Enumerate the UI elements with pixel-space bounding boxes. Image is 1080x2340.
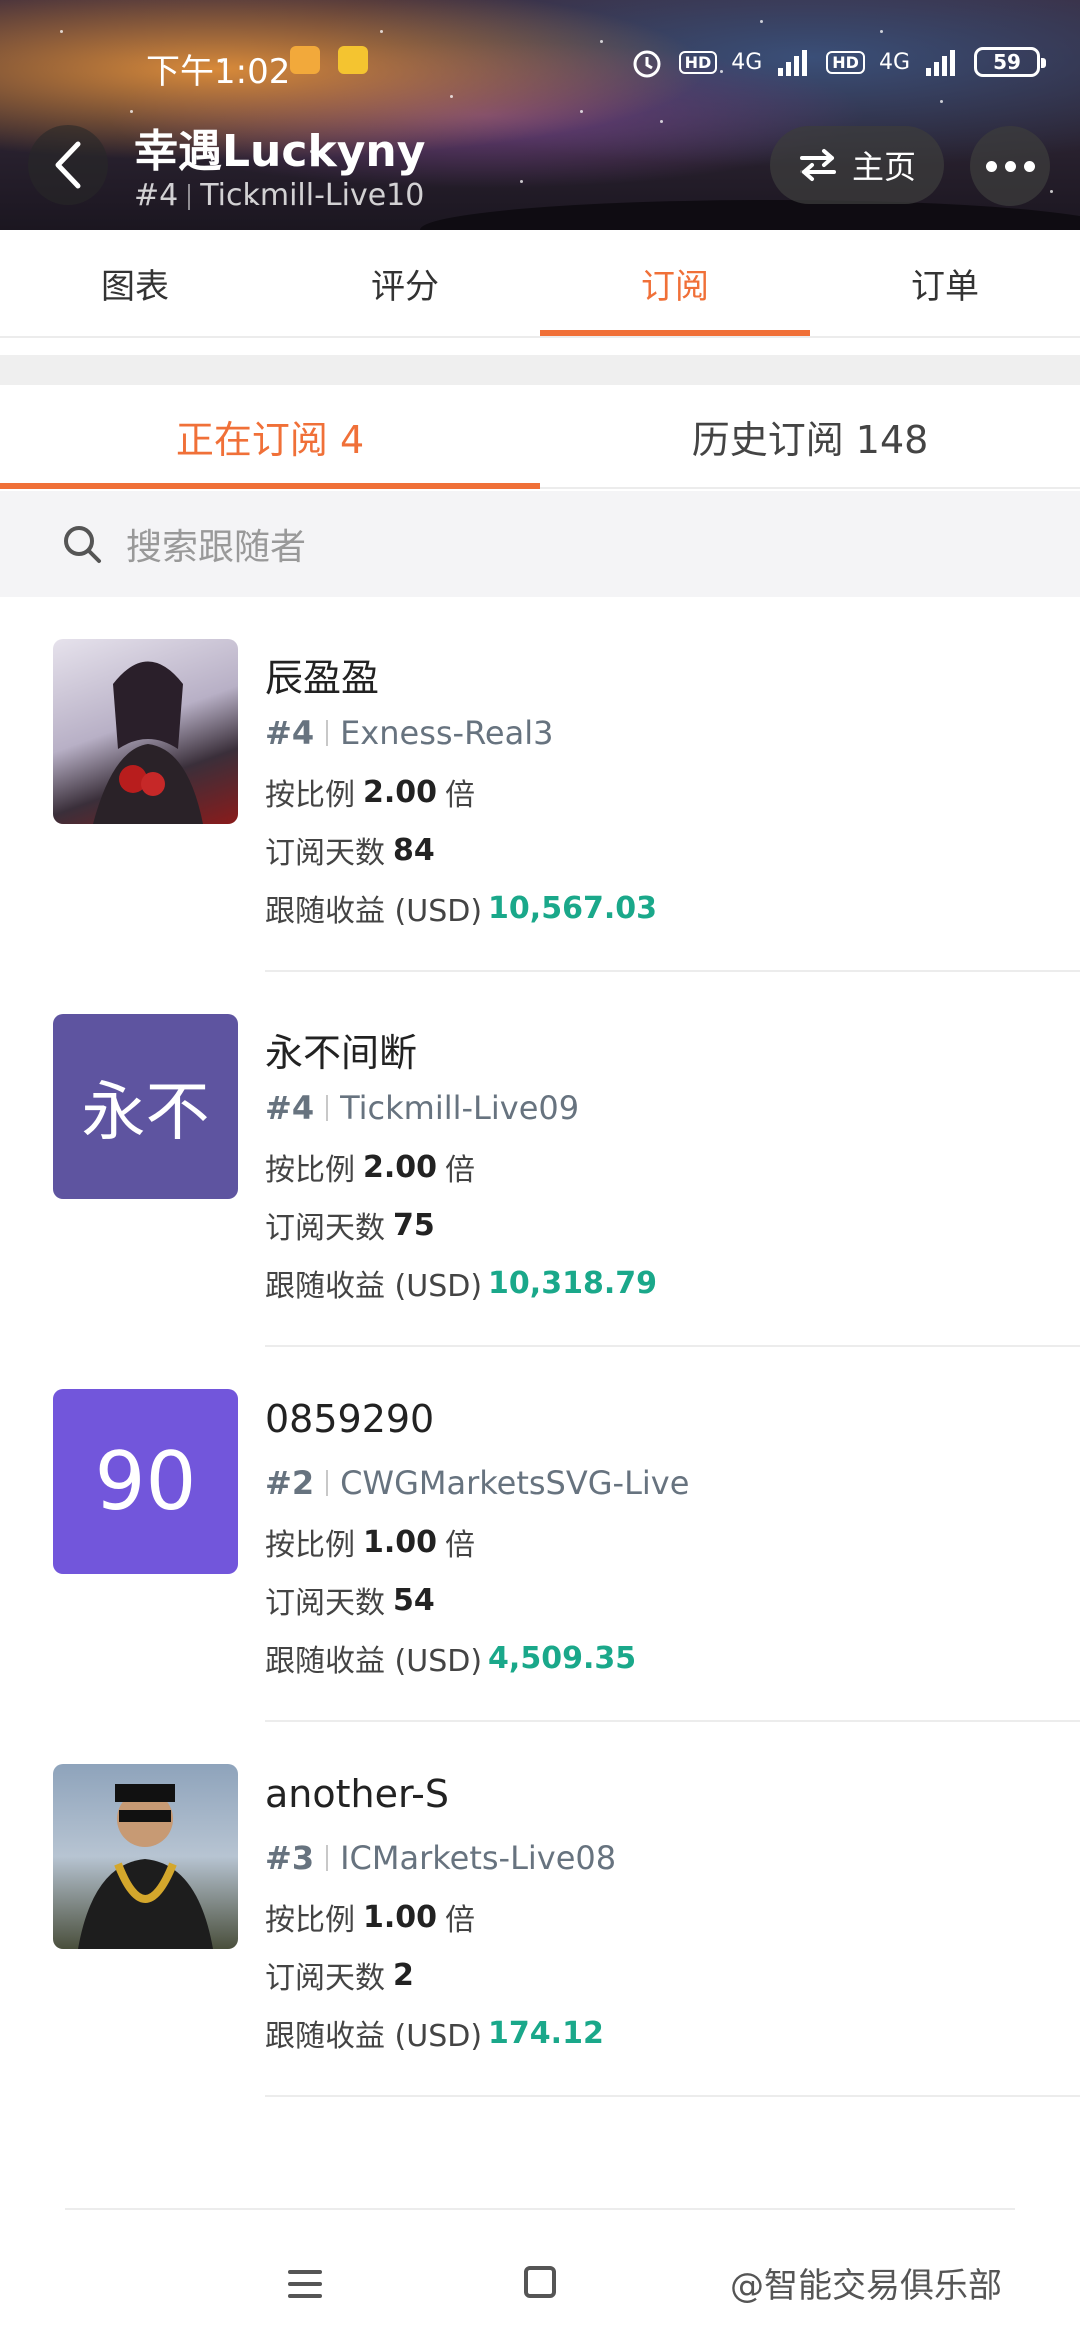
account-server: Tickmill-Live10	[200, 178, 425, 213]
notification-icon	[290, 46, 320, 74]
list-item[interactable]: 永不 永不间断 #4 Tickmill-Live09 按比例 2.00 倍 订阅天数 7…	[0, 972, 1080, 1347]
follower-info: another-S #3 ICMarkets-Live08 按比例 1.00 倍 订阅…	[265, 1772, 1080, 2062]
more-options-button[interactable]	[970, 126, 1050, 206]
profile-header: 下午1:02 HD 4G HD 4G 59 幸遇Luckyny #4 Tickmi…	[0, 0, 1080, 230]
follower-name: 辰盈盈	[265, 656, 380, 700]
follower-name: 0859290	[265, 1397, 435, 1441]
follower-rank: #4	[265, 1089, 315, 1127]
home-nav-icon[interactable]	[524, 2266, 556, 2298]
page-title: 幸遇Luckyny	[134, 126, 426, 177]
tab-current-subscriptions[interactable]: 正在订阅 4	[0, 385, 540, 489]
section-divider	[0, 355, 1080, 385]
follower-profit: 跟随收益 (USD) 10,318.79	[265, 1265, 657, 1305]
follower-info: 永不间断 #4 Tickmill-Live09 按比例 2.00 倍 订阅天数 75 跟…	[265, 1022, 1080, 1312]
follower-server: Tickmill-Live09	[340, 1089, 580, 1127]
follower-ratio: 按比例 2.00 倍	[265, 1149, 476, 1189]
watermark: @智能交易俱乐部	[730, 2266, 1002, 2306]
home-button-label: 主页	[851, 148, 916, 186]
follower-name: another-S	[265, 1772, 450, 1816]
bottom-divider	[65, 2208, 1015, 2210]
tab-history-subscriptions[interactable]: 历史订阅 148	[540, 385, 1080, 487]
follower-info: 0859290 #2 CWGMarketsSVG-Live 按比例 1.00 倍 订阅…	[265, 1397, 1080, 1687]
search-icon	[64, 526, 101, 563]
account-subtitle: #4 Tickmill-Live10	[134, 178, 424, 213]
hd-badge-2: HD	[826, 50, 865, 74]
menu-icon[interactable]	[288, 2270, 322, 2306]
follower-account: #4 Exness-Real3	[265, 703, 1080, 763]
follower-rank: #3	[265, 1839, 315, 1877]
list-item[interactable]: 辰盈盈 #4 Exness-Real3 按比例 2.00 倍 订阅天数 84 跟随收益 …	[0, 597, 1080, 972]
system-nav-bar: @智能交易俱乐部	[0, 2230, 1080, 2340]
status-icons: HD 4G HD 4G 59	[629, 44, 1046, 80]
follower-days: 订阅天数 75	[265, 1207, 435, 1247]
follower-ratio: 按比例 1.00 倍	[265, 1524, 476, 1564]
back-button[interactable]	[28, 125, 108, 205]
list-item[interactable]: another-S #3 ICMarkets-Live08 按比例 1.00 倍 订阅…	[0, 1722, 1080, 2097]
alarm-icon	[633, 50, 661, 78]
signal-icon	[778, 50, 808, 76]
follower-server: CWGMarketsSVG-Live	[340, 1464, 690, 1502]
follower-profit: 跟随收益 (USD) 10,567.03	[265, 890, 657, 930]
hill-silhouette	[420, 200, 1080, 230]
avatar: 永不	[53, 1014, 238, 1199]
follower-profit: 跟随收益 (USD) 4,509.35	[265, 1640, 637, 1680]
home-button[interactable]: 主页	[770, 126, 944, 204]
follower-server: Exness-Real3	[340, 714, 554, 752]
avatar: 90	[53, 1389, 238, 1574]
search-input[interactable]: 搜索跟随者	[126, 518, 306, 570]
main-tab-bar: 图表 评分 订阅 订单	[0, 230, 1080, 338]
subscription-tab-bar: 正在订阅 4 历史订阅 148	[0, 385, 1080, 489]
follower-server: ICMarkets-Live08	[340, 1839, 617, 1877]
follower-rank: #4	[265, 714, 315, 752]
tab-orders[interactable]: 订单	[810, 230, 1080, 336]
switch-icon	[799, 149, 836, 181]
signal-icon-2	[926, 50, 955, 76]
follower-name: 永不间断	[265, 1031, 418, 1075]
follower-account: #3 ICMarkets-Live08	[265, 1828, 1080, 1888]
follower-rank: #2	[265, 1464, 315, 1502]
message-icon	[338, 46, 368, 74]
person-photo-icon	[78, 1784, 213, 1949]
avatar	[53, 1764, 238, 1949]
follower-ratio: 按比例 1.00 倍	[265, 1899, 476, 1939]
status-time: 下午1:02	[146, 52, 291, 92]
follower-days: 订阅天数 54	[265, 1582, 435, 1622]
follower-ratio: 按比例 2.00 倍	[265, 774, 476, 814]
tab-chart[interactable]: 图表	[0, 230, 270, 336]
tab-subscription[interactable]: 订阅	[540, 230, 810, 336]
avatar	[53, 639, 238, 824]
chevron-left-icon	[55, 141, 81, 189]
list-item[interactable]: 90 0859290 #2 CWGMarketsSVG-Live 按比例 1.00 倍…	[0, 1347, 1080, 1722]
follower-profit: 跟随收益 (USD) 174.12	[265, 2015, 604, 2055]
follower-info: 辰盈盈 #4 Exness-Real3 按比例 2.00 倍 订阅天数 84 跟随收益 …	[265, 647, 1080, 937]
network-label-2: 4G	[878, 49, 910, 75]
follower-list: 辰盈盈 #4 Exness-Real3 按比例 2.00 倍 订阅天数 84 跟随收益 …	[0, 597, 1080, 2097]
follower-account: #2 CWGMarketsSVG-Live	[265, 1453, 1080, 1513]
battery-icon: 59	[974, 47, 1046, 77]
network-label: 4G	[731, 49, 763, 75]
status-bar: 下午1:02 HD 4G HD 4G 59	[0, 40, 1080, 92]
search-bar[interactable]: 搜索跟随者	[0, 491, 1080, 597]
account-rank: #4	[134, 178, 179, 213]
tab-rating[interactable]: 评分	[270, 230, 540, 336]
anime-avatar-icon	[93, 661, 203, 824]
follower-days: 订阅天数 2	[265, 1957, 414, 1997]
hd-badge: HD	[678, 50, 718, 74]
follower-days: 订阅天数 84	[265, 832, 435, 872]
follower-account: #4 Tickmill-Live09	[265, 1078, 1080, 1138]
divider	[265, 2095, 1080, 2097]
